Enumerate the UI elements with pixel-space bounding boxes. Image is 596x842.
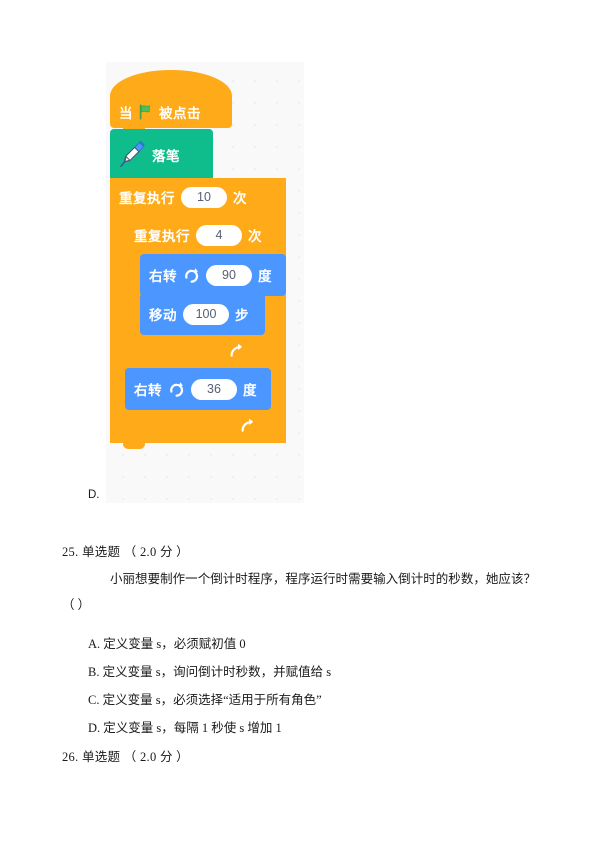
block-turn-right-90[interactable]: 右转 90 度 bbox=[140, 254, 286, 302]
repeat-outer-header: 重复执行 10 次 bbox=[110, 178, 259, 216]
block-turn-right-36[interactable]: 右转 36 度 bbox=[125, 368, 271, 416]
repeat-outer-notch bbox=[123, 442, 145, 449]
block-when-flag-clicked[interactable]: 当 被点击 bbox=[110, 70, 232, 134]
loop-arrow-icon-2 bbox=[240, 418, 257, 435]
green-flag-icon bbox=[138, 104, 154, 120]
turn-right-90-label: 右转 bbox=[149, 269, 177, 284]
repeat-outer-contents-2: 右转 36 度 bbox=[125, 368, 286, 416]
repeat-inner-header: 重复执行 4 次 bbox=[125, 216, 265, 254]
repeat-outer-footer bbox=[110, 410, 270, 449]
option-d[interactable]: D. 定义变量 s，每隔 1 秒使 s 增加 1 bbox=[62, 714, 542, 742]
repeat-outer-body: 重复执行 4 次 右转 90 度 移动 100 步 bbox=[110, 216, 286, 368]
question-26: 26. 单选题 （ 2.0 分 ） bbox=[62, 746, 542, 771]
repeat-inner-times-label: 次 bbox=[248, 229, 262, 244]
repeat-inner-value[interactable]: 4 bbox=[196, 224, 242, 246]
block-repeat-inner[interactable]: 重复执行 4 次 右转 90 度 移动 100 步 bbox=[125, 216, 286, 368]
move-steps-label: 步 bbox=[235, 308, 249, 323]
question-25: 25. 单选题 （ 2.0 分 ） 小丽想要制作一个倒计时程序，程序运行时需要输… bbox=[62, 541, 542, 742]
repeat-inner-body: 右转 90 度 移动 100 步 bbox=[125, 254, 286, 341]
repeat-inner-footer bbox=[125, 335, 259, 368]
question-26-header: 26. 单选题 （ 2.0 分 ） bbox=[62, 750, 189, 764]
option-a[interactable]: A. 定义变量 s，必须赋初值 0 bbox=[62, 630, 542, 658]
question-25-options: A. 定义变量 s，必须赋初值 0 B. 定义变量 s，询问倒计时秒数，并赋值给… bbox=[62, 630, 542, 742]
repeat-outer-label: 重复执行 bbox=[119, 191, 175, 206]
repeat-outer-arm bbox=[110, 216, 125, 368]
repeat-inner-arm bbox=[125, 254, 140, 335]
pen-icon bbox=[116, 138, 148, 172]
question-25-stem: 小丽想要制作一个倒计时程序，程序运行时需要输入倒计时的秒数，她应该？（ ） bbox=[62, 572, 536, 612]
option-label-d: D. bbox=[88, 489, 100, 501]
move-label: 移动 bbox=[149, 308, 177, 323]
turn-right-36-label: 右转 bbox=[134, 383, 162, 398]
repeat-outer-contents: 重复执行 4 次 右转 90 度 移动 100 步 bbox=[125, 216, 286, 368]
move-value[interactable]: 100 bbox=[183, 303, 229, 325]
turn-right-90-degrees-label: 度 bbox=[258, 269, 272, 284]
block-repeat-outer[interactable]: 重复执行 10 次 重复执行 4 次 右转 90 度 移动 100 步 右转 3… bbox=[110, 178, 286, 449]
loop-arrow-icon bbox=[229, 343, 246, 360]
turn-right-36-degrees-label: 度 bbox=[243, 383, 257, 398]
hat-block-body: 当 被点击 bbox=[110, 96, 232, 134]
turn-clockwise-icon bbox=[183, 267, 200, 284]
repeat-inner-label: 重复执行 bbox=[134, 229, 190, 244]
option-b[interactable]: B. 定义变量 s，询问倒计时秒数，并赋值给 s bbox=[62, 658, 542, 686]
turn-right-90-value[interactable]: 90 bbox=[206, 264, 252, 286]
turn-right-36-value[interactable]: 36 bbox=[191, 378, 237, 400]
repeat-outer-times-label: 次 bbox=[233, 191, 247, 206]
turn-clockwise-icon-2 bbox=[168, 381, 185, 398]
scratch-canvas: 当 被点击 落笔 重复执行 10 次 重复执行 4 次 右转 90 度 移动 1… bbox=[106, 62, 304, 503]
block-move-100[interactable]: 移动 100 步 bbox=[140, 293, 265, 341]
when-label: 当 bbox=[119, 106, 133, 121]
pen-down-label: 落笔 bbox=[152, 149, 180, 164]
option-c[interactable]: C. 定义变量 s，必须选择“适用于所有角色” bbox=[62, 686, 542, 714]
clicked-label: 被点击 bbox=[159, 106, 201, 121]
block-pen-down[interactable]: 落笔 bbox=[110, 129, 213, 187]
repeat-outer-value[interactable]: 10 bbox=[181, 186, 227, 208]
question-25-header: 25. 单选题 （ 2.0 分 ） bbox=[62, 545, 189, 559]
repeat-inner-contents: 右转 90 度 移动 100 步 bbox=[140, 254, 286, 341]
block-stack: 当 被点击 落笔 重复执行 10 次 重复执行 4 次 右转 90 度 移动 1… bbox=[110, 70, 286, 449]
